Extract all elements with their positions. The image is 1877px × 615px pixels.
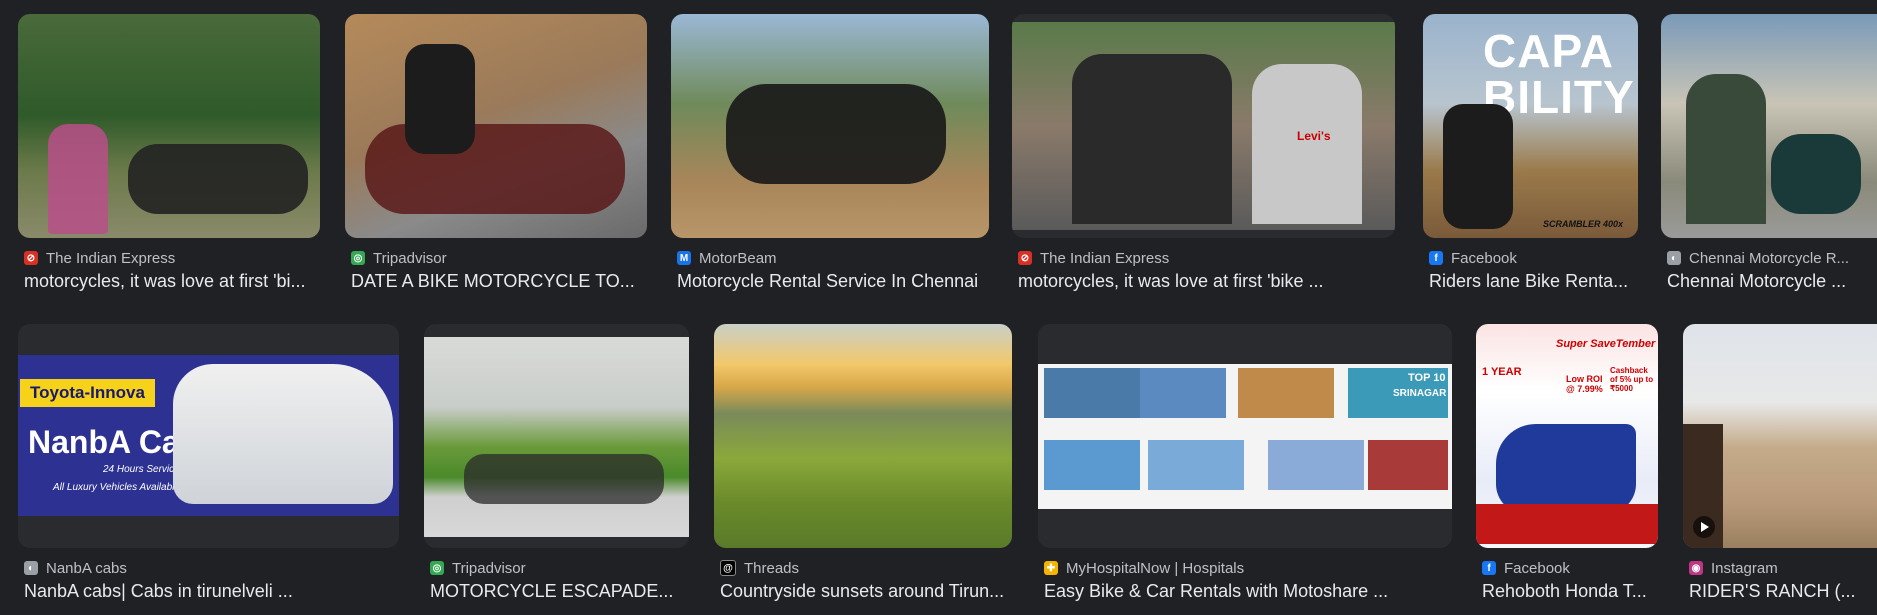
result-source: ✚ MyHospitalNow | Hospitals — [1044, 559, 1244, 577]
result-thumbnail[interactable] — [18, 14, 320, 238]
result-title[interactable]: motorcycles, it was love at first 'bi... — [24, 271, 320, 295]
result-thumbnail[interactable]: CAPA BILITY SCRAMBLER 400x — [1423, 14, 1638, 238]
honda-super-text: Super SaveTember — [1556, 338, 1656, 350]
result-thumbnail[interactable]: Toyota-Innova NanbA Cabs 24 Hours Servic… — [18, 324, 399, 548]
nanba-sub2: All Luxury Vehicles Available — [53, 482, 180, 493]
result-source: ◐ Chennai Motorcycle R... — [1667, 249, 1849, 267]
result-source: M MotorBeam — [677, 249, 777, 267]
result-thumbnail[interactable] — [1683, 324, 1877, 548]
result-card-6[interactable]: ◐ Chennai Motorcycle R... Chennai Motorc… — [1661, 14, 1877, 299]
result-thumbnail[interactable] — [714, 324, 1012, 548]
tripadvisor-icon: ◎ — [351, 251, 365, 265]
globe-icon: ◐ — [24, 561, 38, 575]
threads-icon: @ — [720, 560, 736, 576]
result-title[interactable]: Motorcycle Rental Service In Chennai — [677, 271, 989, 295]
result-title[interactable]: motorcycles, it was love at first 'bike … — [1018, 271, 1395, 295]
result-source: ◎ Tripadvisor — [351, 249, 447, 267]
result-thumbnail[interactable]: Super SaveTember 1 YEAR Low ROI @ 7.99% … — [1476, 324, 1658, 548]
instagram-icon: ◉ — [1689, 561, 1703, 575]
result-card-3[interactable]: M MotorBeam Motorcycle Rental Service In… — [671, 14, 989, 299]
result-card-9[interactable]: @ Threads Countryside sunsets around Tir… — [714, 324, 1012, 609]
result-title[interactable]: NanbA cabs| Cabs in tirunelveli ... — [24, 581, 399, 605]
result-card-10[interactable]: TOP 10 SRINAGAR ✚ MyHospitalNow | Hospit… — [1038, 324, 1452, 609]
play-icon — [1693, 516, 1715, 538]
honda-year-text: 1 YEAR — [1482, 366, 1522, 378]
toyota-tag: Toyota-Innova — [20, 379, 155, 407]
result-title[interactable]: RIDER'S RANCH (... — [1689, 581, 1877, 605]
result-source: f Facebook — [1429, 249, 1517, 267]
result-thumbnail[interactable] — [424, 324, 689, 548]
result-source: ⊘ The Indian Express — [24, 249, 175, 267]
result-title[interactable]: Easy Bike & Car Rentals with Motoshare .… — [1044, 581, 1452, 605]
result-card-5[interactable]: CAPA BILITY SCRAMBLER 400x f Facebook Ri… — [1423, 14, 1638, 299]
indian-express-icon: ⊘ — [24, 251, 38, 265]
honda-cash-text: Cashback of 5% up to ₹5000 — [1610, 366, 1654, 393]
result-source: ◎ Tripadvisor — [430, 559, 526, 577]
result-source: ◐ NanbA cabs — [24, 559, 127, 577]
scrambler-text: SCRAMBLER 400x — [1543, 219, 1624, 229]
result-card-7[interactable]: Toyota-Innova NanbA Cabs 24 Hours Servic… — [18, 324, 399, 609]
result-source: ⊘ The Indian Express — [1018, 249, 1169, 267]
result-title[interactable]: DATE A BIKE MOTORCYCLE TO... — [351, 271, 647, 295]
myhospitalnow-icon: ✚ — [1044, 561, 1058, 575]
result-card-1[interactable]: ⊘ The Indian Express motorcycles, it was… — [18, 14, 320, 299]
indian-express-icon: ⊘ — [1018, 251, 1032, 265]
levis-logo: Levi's — [1297, 129, 1331, 143]
result-thumbnail[interactable]: Levi's — [1012, 14, 1395, 238]
facebook-icon: f — [1429, 251, 1443, 265]
result-thumbnail[interactable] — [345, 14, 647, 238]
result-source: @ Threads — [720, 559, 799, 577]
result-source: ◉ Instagram — [1689, 559, 1778, 577]
globe-icon: ◐ — [1667, 251, 1681, 265]
result-source: f Facebook — [1482, 559, 1570, 577]
honda-roi-text: Low ROI @ 7.99% — [1566, 374, 1603, 394]
result-title[interactable]: Chennai Motorcycle ... — [1667, 271, 1877, 295]
result-card-2[interactable]: ◎ Tripadvisor DATE A BIKE MOTORCYCLE TO.… — [345, 14, 647, 299]
result-thumbnail[interactable]: TOP 10 SRINAGAR — [1038, 324, 1452, 548]
result-title[interactable]: Riders lane Bike Renta... — [1429, 271, 1638, 295]
tripadvisor-icon: ◎ — [430, 561, 444, 575]
result-card-8[interactable]: ◎ Tripadvisor MOTORCYCLE ESCAPADE... — [424, 324, 689, 609]
nanba-sub1: 24 Hours Service — [103, 464, 180, 475]
result-card-11[interactable]: Super SaveTember 1 YEAR Low ROI @ 7.99% … — [1476, 324, 1658, 609]
result-card-4[interactable]: Levi's ⊘ The Indian Express motorcycles,… — [1012, 14, 1395, 299]
srinagar-text: SRINAGAR — [1393, 388, 1447, 399]
result-thumbnail[interactable] — [1661, 14, 1877, 238]
result-title[interactable]: MOTORCYCLE ESCAPADE... — [430, 581, 689, 605]
top10-text: TOP 10 — [1408, 372, 1446, 384]
result-card-12[interactable]: ◉ Instagram RIDER'S RANCH (... — [1683, 324, 1877, 609]
facebook-icon: f — [1482, 561, 1496, 575]
result-thumbnail[interactable] — [671, 14, 989, 238]
result-title[interactable]: Rehoboth Honda T... — [1482, 581, 1658, 605]
result-title[interactable]: Countryside sunsets around Tirun... — [720, 581, 1012, 605]
motorbeam-icon: M — [677, 251, 691, 265]
